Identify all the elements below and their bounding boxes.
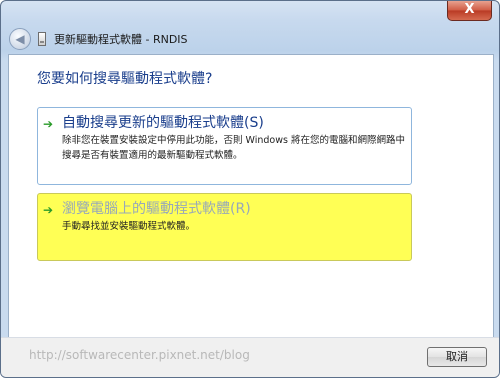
dialog-footer: http://softwarecenter.pixnet.net/blog 取消 [1, 337, 499, 377]
content-panel: 您要如何搜尋驅動程式軟體? ➔ 自動搜尋更新的驅動程式軟體(S) 除非您在裝置安… [8, 54, 494, 338]
option-description: 手動尋找並安裝驅動程式軟體。 [62, 221, 196, 232]
option-browse-computer[interactable]: ➔ 瀏覽電腦上的驅動程式軟體(R) 手動尋找並安裝驅動程式軟體。 [37, 193, 412, 261]
back-button[interactable]: ◀ [9, 28, 31, 50]
cancel-button[interactable]: 取消 [427, 347, 487, 367]
question-heading: 您要如何搜尋驅動程式軟體? [37, 71, 213, 87]
green-arrow-icon: ➔ [43, 117, 54, 131]
option-search-automatically[interactable]: ➔ 自動搜尋更新的驅動程式軟體(S) 除非您在裝置安裝設定中停用此功能，否則 W… [37, 107, 412, 185]
option-title: 自動搜尋更新的驅動程式軟體(S) [62, 115, 264, 131]
device-icon [38, 32, 46, 46]
back-arrow-icon: ◀ [15, 32, 25, 46]
green-arrow-icon: ➔ [43, 203, 54, 217]
option-title: 瀏覽電腦上的驅動程式軟體(R) [62, 201, 251, 217]
window-title: 更新驅動程式軟體 - RNDIS [54, 33, 188, 46]
dialog-window: X ◀ 更新驅動程式軟體 - RNDIS 您要如何搜尋驅動程式軟體? ➔ 自動搜… [0, 0, 500, 378]
watermark-text: http://softwarecenter.pixnet.net/blog [29, 348, 250, 362]
option-description: 除非您在裝置安裝設定中停用此功能，否則 Windows 將在您的電腦和網際網路中… [62, 135, 405, 161]
close-button[interactable]: X [447, 1, 492, 21]
